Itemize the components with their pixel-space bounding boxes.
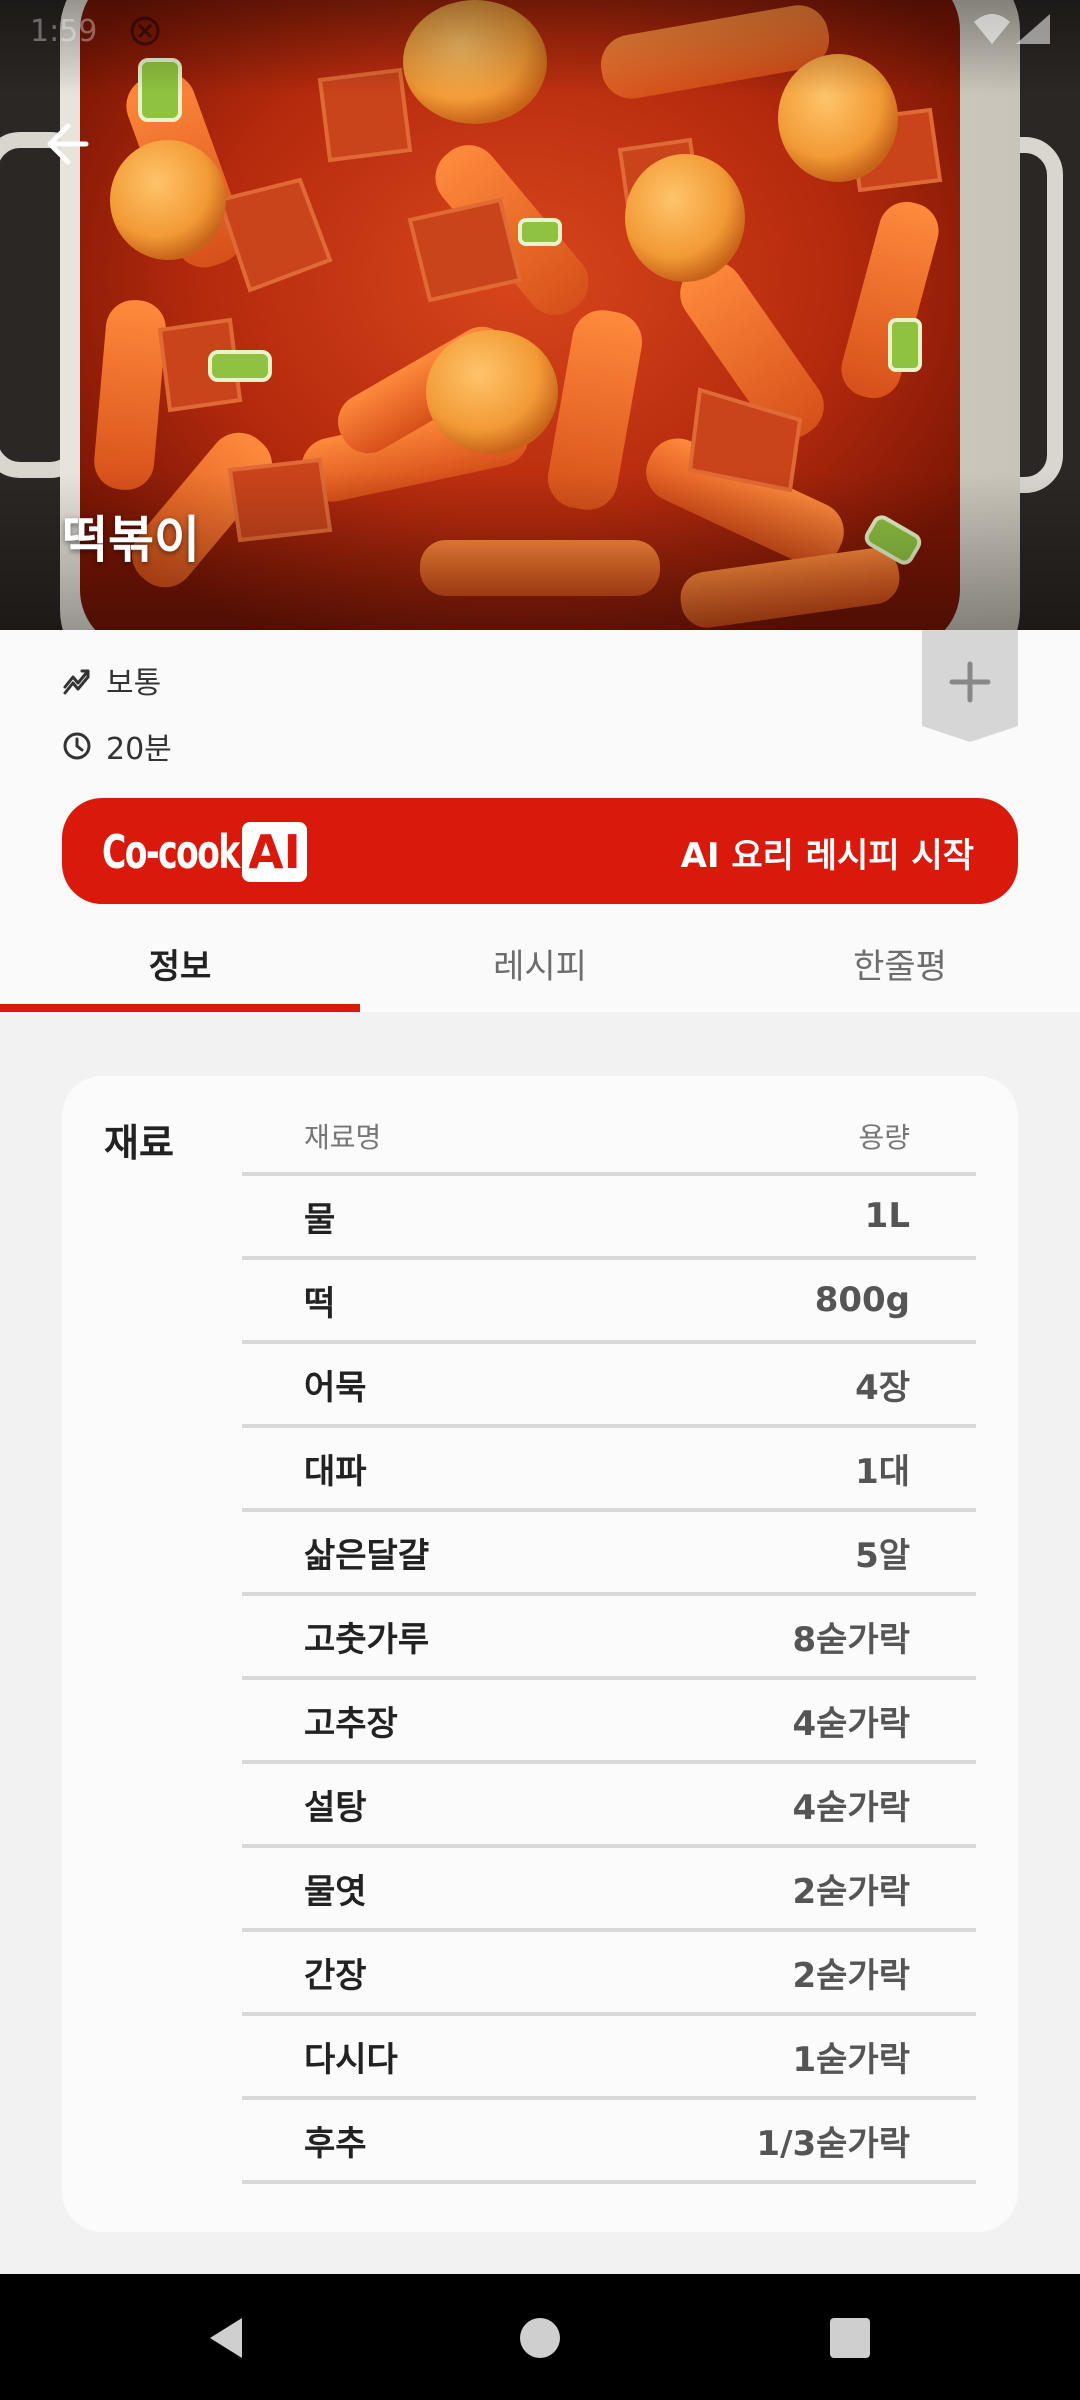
ingredient-amount: 1L xyxy=(864,1196,910,1236)
table-row: 설탕 4숟가락 xyxy=(242,1764,976,1848)
ingredient-name: 어묵 xyxy=(304,1367,367,1408)
ingredient-amount: 4숟가락 xyxy=(792,1787,911,1828)
nav-home-icon[interactable] xyxy=(516,2314,564,2362)
ingredient-name: 대파 xyxy=(304,1451,367,1492)
ingredient-name: 떡 xyxy=(304,1283,336,1324)
header-amount: 용량 xyxy=(858,1121,910,1154)
cocook-logo: Co-cook! AI xyxy=(102,820,307,884)
cocook-logo-text: Co-cook! xyxy=(102,825,254,879)
ingredient-name: 물엿 xyxy=(304,1871,367,1912)
status-bar: 1:59 xyxy=(0,0,1080,64)
time-text: 20분 xyxy=(106,732,172,767)
table-row: 고추장 4숟가락 xyxy=(242,1680,976,1764)
tab-review[interactable]: 한줄평 xyxy=(720,915,1080,1012)
ingredient-name: 물 xyxy=(304,1199,336,1240)
ingredient-amount: 4숟가락 xyxy=(792,1703,911,1744)
difficulty-icon xyxy=(63,669,90,695)
table-row: 후추 1/3숟가락 xyxy=(242,2100,976,2184)
ingredient-name: 다시다 xyxy=(304,2039,398,2080)
ingredient-amount: 1/3숟가락 xyxy=(756,2123,910,2164)
system-navigation-bar xyxy=(0,2274,1080,2400)
dish-title: 떡볶이 xyxy=(62,511,200,569)
header-name: 재료명 xyxy=(304,1121,382,1154)
ingredient-amount: 1대 xyxy=(855,1451,910,1492)
table-row: 고춧가루 8숟가락 xyxy=(242,1596,976,1680)
table-row: 물 1L xyxy=(242,1176,976,1260)
ai-recipe-start-label: AI 요리 레시피 시작 xyxy=(680,836,974,876)
ingredients-card: 재료 재료명 용량 물 1L 떡 800g 어묵 4장 대파 1대 삶은달걀 5… xyxy=(62,1076,1018,2232)
table-row: 떡 800g xyxy=(242,1260,976,1344)
nav-recents-icon[interactable] xyxy=(826,2314,874,2362)
time-row: 20분 xyxy=(62,724,172,768)
difficulty-text: 보통 xyxy=(106,666,162,701)
table-row: 어묵 4장 xyxy=(242,1344,976,1428)
ingredients-header: 재료명 용량 xyxy=(242,1116,976,1176)
ingredient-name: 삶은달걀 xyxy=(304,1535,430,1576)
ingredient-amount: 2숟가락 xyxy=(792,1955,911,1996)
wifi-battery-icon xyxy=(974,14,1050,44)
tab-bar: 정보 레시피 한줄평 xyxy=(0,915,1080,1012)
table-row: 삶은달걀 5알 xyxy=(242,1512,976,1596)
ingredient-name: 간장 xyxy=(304,1955,367,1996)
ingredient-amount: 1숟가락 xyxy=(792,2039,911,2080)
ingredients-label: 재료 xyxy=(104,1121,174,1165)
table-row: 대파 1대 xyxy=(242,1428,976,1512)
ingredient-name: 고추장 xyxy=(304,1703,398,1744)
table-row: 간장 2숟가락 xyxy=(242,1932,976,2016)
clock-icon xyxy=(63,732,91,760)
ingredient-amount: 5알 xyxy=(855,1535,910,1576)
difficulty-row: 보통 xyxy=(62,658,161,702)
hero-image: 1:59 떡볶이 xyxy=(0,0,1080,630)
nav-back-icon[interactable] xyxy=(202,2314,250,2362)
ingredient-amount: 4장 xyxy=(855,1367,910,1408)
ingredient-name: 설탕 xyxy=(304,1787,367,1828)
cocook-ai-banner[interactable]: Co-cook! AI AI 요리 레시피 시작 xyxy=(62,798,1018,904)
status-time: 1:59 xyxy=(30,14,98,49)
ingredient-amount: 2숟가락 xyxy=(792,1871,911,1912)
ingredient-amount: 800g xyxy=(814,1280,910,1320)
recipe-info-section: 보통 20분 Co-cook! AI AI 요리 레시피 시작 정보 레시피 한… xyxy=(0,630,1080,1012)
ingredients-table: 재료명 용량 물 1L 떡 800g 어묵 4장 대파 1대 삶은달걀 5알 고… xyxy=(242,1116,976,2184)
ingredient-name: 고춧가루 xyxy=(304,1619,430,1660)
table-row: 물엿 2숟가락 xyxy=(242,1848,976,1932)
ingredient-amount: 8숟가락 xyxy=(792,1619,911,1660)
table-row: 다시다 1숟가락 xyxy=(242,2016,976,2100)
notification-icon xyxy=(130,16,160,46)
add-bookmark-button[interactable] xyxy=(922,630,1018,742)
back-arrow-icon[interactable] xyxy=(34,114,94,174)
ingredient-name: 후추 xyxy=(304,2123,367,2164)
tab-recipe[interactable]: 레시피 xyxy=(360,915,720,1012)
tab-info[interactable]: 정보 xyxy=(0,915,360,1012)
